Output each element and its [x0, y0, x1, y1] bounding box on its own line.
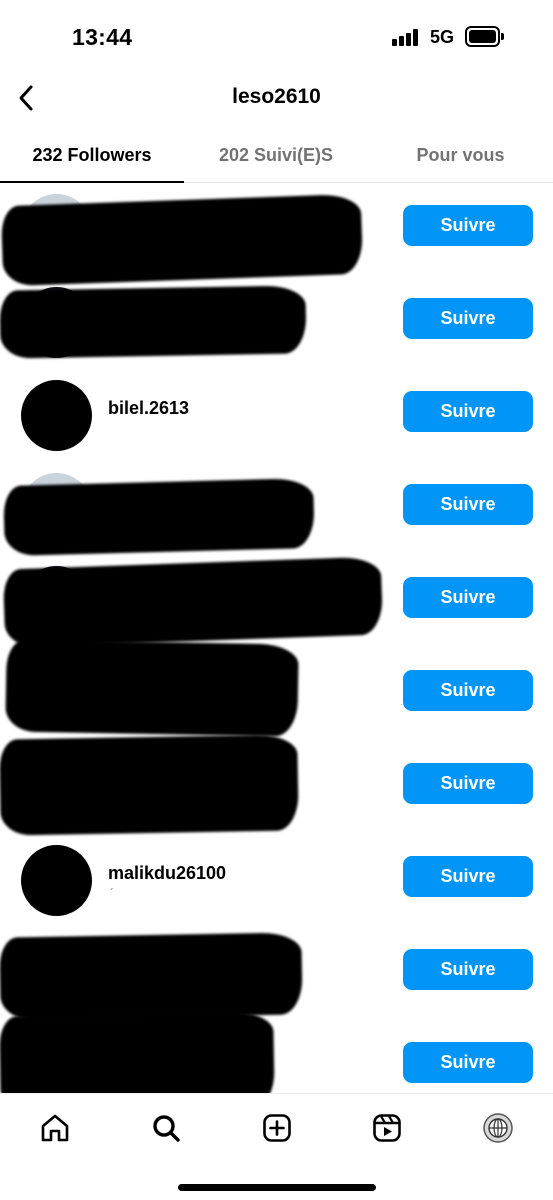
- follow-button[interactable]: Suivre: [403, 856, 533, 897]
- follow-button[interactable]: Suivre: [403, 949, 533, 990]
- followers-list[interactable]: Suivre Suivre bilel.2613 Suivre Suivre S…: [0, 183, 553, 1093]
- list-item[interactable]: bilel.2613 Suivre: [0, 369, 553, 462]
- list-item[interactable]: malikdu26100 ´ Suivre: [0, 834, 553, 927]
- list-item[interactable]: Suivre: [0, 462, 553, 557]
- avatar[interactable]: [21, 380, 92, 451]
- tab-for-you[interactable]: Pour vous: [368, 130, 553, 183]
- search-icon: [153, 1115, 180, 1142]
- follow-button[interactable]: Suivre: [403, 577, 533, 618]
- page-title: leso2610: [232, 85, 321, 108]
- nav-profile[interactable]: [478, 1108, 518, 1148]
- list-item[interactable]: Suivre: [0, 276, 553, 369]
- tab-followers[interactable]: 232 Followers: [0, 130, 184, 183]
- follow-button[interactable]: Suivre: [403, 484, 533, 525]
- user-subtext: ´: [110, 886, 114, 900]
- followers-screen: 13:44 5G leso2610 232 Followers 202 Suiv…: [0, 0, 553, 1200]
- battery-icon: [465, 26, 505, 48]
- list-item[interactable]: Suivre: [0, 1011, 553, 1093]
- tab-following[interactable]: 202 Suivi(E)S: [184, 130, 368, 183]
- home-indicator[interactable]: [178, 1184, 376, 1191]
- follow-button[interactable]: Suivre: [403, 391, 533, 432]
- follow-button[interactable]: Suivre: [403, 298, 533, 339]
- home-icon: [41, 1114, 69, 1142]
- redaction-mark: [0, 734, 299, 836]
- nav-reels[interactable]: [367, 1108, 407, 1148]
- username[interactable]: malikdu26100: [108, 863, 226, 884]
- follow-button[interactable]: Suivre: [403, 205, 533, 246]
- create-post-icon: [263, 1114, 291, 1142]
- reels-icon: [373, 1114, 401, 1142]
- profile-avatar-icon: [483, 1113, 513, 1143]
- status-time: 13:44: [72, 24, 133, 50]
- redaction-mark: [0, 932, 303, 1020]
- redaction-mark: [0, 193, 364, 287]
- redaction-mark: [0, 1011, 275, 1093]
- redaction-mark: [5, 639, 299, 737]
- network-label: 5G: [430, 27, 455, 47]
- list-item[interactable]: Suivre: [0, 734, 553, 836]
- redaction-mark: [3, 477, 315, 557]
- redaction-mark: [0, 285, 307, 359]
- list-item[interactable]: Suivre: [0, 555, 553, 648]
- bottom-nav: [0, 1093, 553, 1200]
- nav-home[interactable]: [35, 1108, 75, 1148]
- follow-button[interactable]: Suivre: [403, 1042, 533, 1083]
- list-item[interactable]: Suivre: [0, 183, 553, 287]
- status-bar: 13:44 5G: [0, 0, 553, 76]
- list-item[interactable]: Suivre: [0, 639, 553, 741]
- redaction-mark: [2, 556, 384, 648]
- list-item[interactable]: Suivre: [0, 927, 553, 1020]
- nav-search[interactable]: [146, 1108, 186, 1148]
- signal-icon: [392, 29, 420, 46]
- nav-create[interactable]: [257, 1108, 297, 1148]
- avatar[interactable]: [21, 845, 92, 916]
- header: leso2610: [0, 76, 553, 122]
- tab-bar: 232 Followers 202 Suivi(E)S Pour vous: [0, 130, 553, 183]
- follow-button[interactable]: Suivre: [403, 670, 533, 711]
- follow-button[interactable]: Suivre: [403, 763, 533, 804]
- username[interactable]: bilel.2613: [108, 398, 189, 419]
